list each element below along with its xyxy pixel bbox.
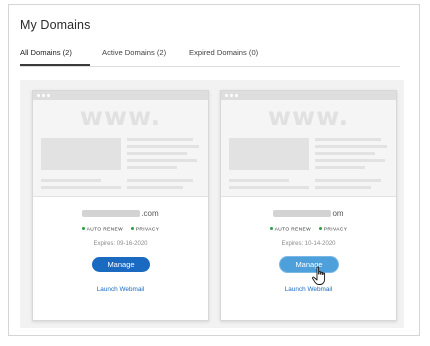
placeholder-line bbox=[229, 179, 289, 182]
placeholder-line bbox=[127, 166, 177, 169]
browser-bar bbox=[221, 91, 396, 100]
tab-active-domains[interactable]: Active Domains (2) bbox=[102, 48, 166, 57]
status-dot-icon bbox=[318, 227, 322, 230]
domain-card: www. om AUTO RENEW PRIVACY Expires: 10-1… bbox=[220, 90, 397, 321]
expiry-date: Expires: 10-14-2020 bbox=[281, 241, 336, 247]
placeholder-line bbox=[315, 179, 381, 182]
expiry-date: Expires: 09-16-2020 bbox=[93, 241, 148, 247]
auto-renew-badge: AUTO RENEW bbox=[81, 227, 123, 233]
placeholder-line bbox=[315, 145, 387, 148]
redacted-domain bbox=[82, 210, 141, 217]
page-title: My Domains bbox=[20, 18, 91, 32]
domain-card: www. .com AUTO RENEW PRIVACY Expires: 09… bbox=[32, 90, 209, 321]
window-dot-icon bbox=[42, 94, 45, 97]
placeholder-line bbox=[41, 186, 121, 189]
window-dot-icon bbox=[47, 94, 50, 97]
status-dot-icon bbox=[130, 227, 134, 230]
placeholder-line bbox=[127, 186, 183, 189]
placeholder-line bbox=[127, 179, 193, 182]
placeholder-line bbox=[315, 166, 365, 169]
www-placeholder: www. bbox=[267, 102, 350, 131]
privacy-badge: PRIVACY bbox=[130, 227, 160, 233]
placeholder-line bbox=[315, 152, 375, 155]
browser-bar bbox=[33, 91, 208, 100]
window-dot-icon bbox=[225, 94, 228, 97]
placeholder-image-block bbox=[41, 138, 121, 170]
auto-renew-badge: AUTO RENEW bbox=[269, 227, 311, 233]
status-badges: AUTO RENEW PRIVACY bbox=[221, 227, 396, 233]
placeholder-line bbox=[127, 138, 193, 141]
tab-expired-domains[interactable]: Expired Domains (0) bbox=[189, 48, 258, 57]
placeholder-line bbox=[127, 152, 187, 155]
manage-button[interactable]: Manage bbox=[280, 257, 338, 272]
window-dot-icon bbox=[235, 94, 238, 97]
status-dot-icon bbox=[269, 227, 273, 230]
domain-name: .com bbox=[33, 209, 208, 218]
status-badges: AUTO RENEW PRIVACY bbox=[33, 227, 208, 233]
placeholder-line bbox=[229, 186, 309, 189]
window-dot-icon bbox=[37, 94, 40, 97]
www-placeholder: www. bbox=[79, 102, 162, 131]
placeholder-line bbox=[127, 159, 197, 162]
placeholder-line bbox=[127, 145, 199, 148]
placeholder-line bbox=[315, 138, 381, 141]
placeholder-line bbox=[41, 179, 101, 182]
launch-webmail-link[interactable]: Launch Webmail bbox=[33, 286, 208, 293]
launch-webmail-link[interactable]: Launch Webmail bbox=[221, 286, 396, 293]
placeholder-line bbox=[315, 159, 385, 162]
domain-suffix: .com bbox=[141, 209, 159, 218]
privacy-badge: PRIVACY bbox=[318, 227, 348, 233]
window-dot-icon bbox=[230, 94, 233, 97]
status-dot-icon bbox=[81, 227, 85, 230]
redacted-domain bbox=[273, 210, 332, 217]
domain-name: om bbox=[221, 209, 396, 218]
website-preview: www. bbox=[221, 91, 396, 197]
placeholder-image-block bbox=[229, 138, 309, 170]
domain-suffix: om bbox=[332, 209, 344, 218]
website-preview: www. bbox=[33, 91, 208, 197]
hand-pointer-icon bbox=[312, 266, 326, 285]
placeholder-line bbox=[315, 186, 371, 189]
tabs-divider bbox=[20, 66, 400, 67]
tab-all-domains[interactable]: All Domains (2) bbox=[20, 48, 72, 57]
manage-button[interactable]: Manage bbox=[92, 257, 150, 272]
